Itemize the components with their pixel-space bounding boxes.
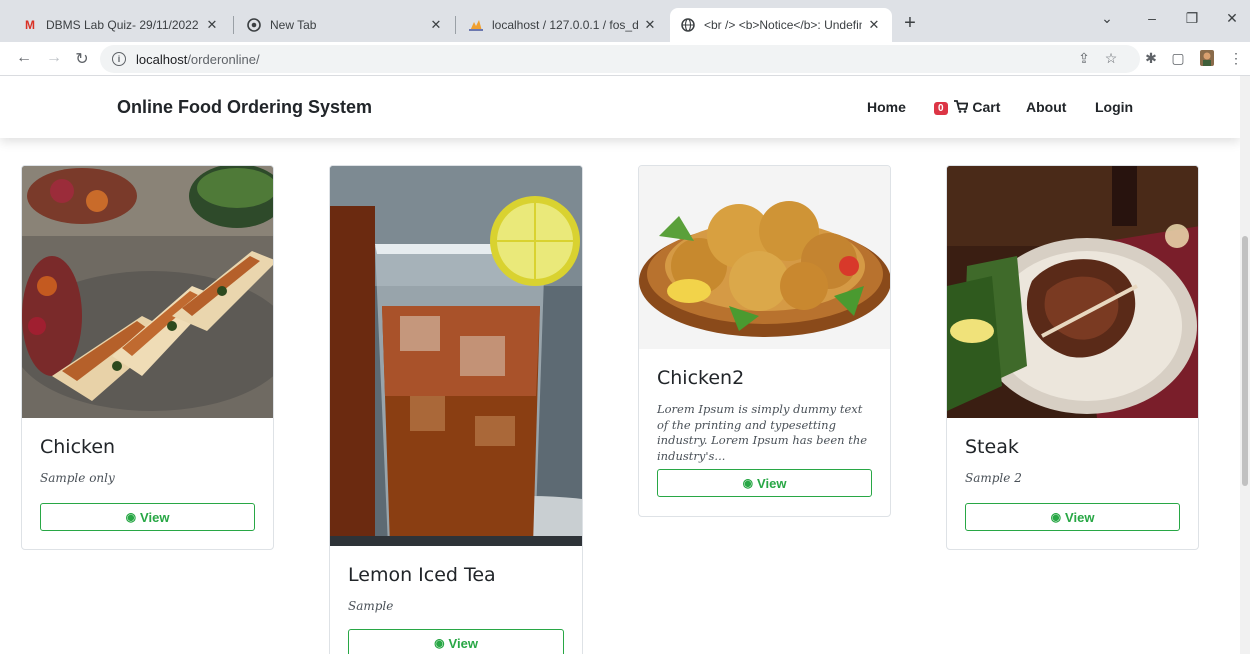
tab-title: DBMS Lab Quiz- 29/11/2022 at 1: [46, 18, 200, 32]
eye-icon: ◉: [1050, 510, 1062, 524]
forward-icon[interactable]: →: [44, 49, 64, 67]
gmail-icon: M: [25, 18, 35, 32]
product-description: Sample only: [40, 471, 115, 485]
nav-cart-label: Cart: [972, 99, 1001, 115]
tab-title: <br /> <b>Notice</b>: Undefin: [704, 18, 862, 32]
view-button-label: View: [140, 509, 170, 525]
tab-gmail[interactable]: M DBMS Lab Quiz- 29/11/2022 at 1 ✕: [12, 8, 230, 42]
tab-title: New Tab: [270, 18, 317, 32]
site-info-icon[interactable]: i: [112, 52, 126, 66]
tab-divider: [455, 16, 456, 34]
tab-phpmyadmin[interactable]: localhost / 127.0.0.1 / fos_db | ph ✕: [458, 8, 668, 42]
phpmyadmin-icon: [468, 17, 484, 33]
cart-count-badge: 0: [934, 102, 948, 115]
product-card: Lemon Iced Tea Sample ◉ View: [329, 165, 583, 654]
nav-login-link[interactable]: Login: [1095, 99, 1133, 115]
page-scrollbar[interactable]: [1240, 76, 1250, 654]
close-icon[interactable]: ✕: [642, 17, 658, 33]
scrollbar-thumb[interactable]: [1242, 236, 1248, 486]
product-title[interactable]: Steak: [965, 436, 1019, 458]
tab-active-notice[interactable]: <br /> <b>Notice</b>: Undefin ✕: [670, 8, 892, 42]
profile-avatar-icon[interactable]: [1198, 50, 1216, 69]
product-description: Sample 2: [965, 471, 1022, 485]
eye-icon: ◉: [125, 510, 137, 524]
site-navbar: Online Food Ordering System Home 0 Cart …: [0, 76, 1240, 138]
product-image[interactable]: [947, 166, 1198, 418]
eye-icon: ◉: [742, 476, 754, 490]
menu-kebab-icon[interactable]: ⋮: [1227, 50, 1245, 67]
eye-icon: ◉: [434, 636, 445, 650]
close-icon[interactable]: ✕: [204, 17, 220, 33]
bookmark-star-icon[interactable]: ☆: [1102, 50, 1120, 67]
product-card: Steak Sample 2 ◉ View: [946, 165, 1199, 550]
view-button[interactable]: ◉ View: [40, 503, 255, 531]
product-card: Chicken2 Lorem Ipsum is simply dummy tex…: [638, 165, 891, 517]
tab-new-tab[interactable]: New Tab ✕: [236, 8, 454, 42]
side-panel-icon[interactable]: ▢: [1169, 50, 1187, 67]
address-bar[interactable]: i localhost/orderonline/: [100, 45, 1140, 73]
window-close-icon[interactable]: ✕: [1222, 10, 1242, 27]
view-button[interactable]: ◉ View: [657, 469, 872, 497]
product-image[interactable]: [22, 166, 273, 418]
site-brand[interactable]: Online Food Ordering System: [117, 97, 372, 118]
extensions-icon[interactable]: ✱: [1142, 50, 1160, 67]
view-button-label: View: [1065, 509, 1095, 525]
product-title[interactable]: Lemon Iced Tea: [348, 564, 496, 586]
view-button-label: View: [448, 635, 478, 651]
nav-cart-link[interactable]: 0 Cart: [934, 99, 1000, 115]
tab-divider: [233, 16, 234, 34]
nav-about-link[interactable]: About: [1026, 99, 1066, 115]
nav-home-link[interactable]: Home: [867, 99, 906, 115]
url-host: localhost: [136, 51, 188, 67]
reload-icon[interactable]: ↻: [72, 49, 92, 69]
browser-toolbar: ← → ↻ i localhost/orderonline/ ⇪ ☆ ✱ ▢ ⋮: [0, 42, 1250, 76]
close-icon[interactable]: ✕: [866, 17, 882, 33]
browser-tabstrip: M DBMS Lab Quiz- 29/11/2022 at 1 ✕ New T…: [0, 0, 1250, 42]
view-button[interactable]: ◉ View: [965, 503, 1180, 531]
minimize-icon[interactable]: –: [1142, 10, 1162, 26]
back-icon[interactable]: ←: [14, 49, 34, 67]
chrome-icon: [246, 17, 262, 33]
product-title[interactable]: Chicken2: [657, 367, 744, 389]
product-title[interactable]: Chicken: [40, 436, 115, 458]
product-card: Chicken Sample only ◉ View: [21, 165, 274, 550]
restore-icon[interactable]: ❐: [1182, 10, 1202, 27]
cart-icon: [951, 99, 973, 115]
share-icon[interactable]: ⇪: [1075, 50, 1093, 67]
page-viewport: Online Food Ordering System Home 0 Cart …: [0, 76, 1240, 654]
view-button[interactable]: ◉ View: [348, 629, 564, 654]
product-description: Lorem Ipsum is simply dummy text of the …: [657, 402, 868, 463]
globe-icon: [680, 17, 696, 33]
tab-title: localhost / 127.0.0.1 / fos_db | ph: [492, 18, 638, 32]
tab-search-icon[interactable]: ⌄: [1097, 10, 1117, 27]
view-button-label: View: [757, 475, 787, 491]
url-path: /orderonline/: [187, 51, 260, 67]
close-icon[interactable]: ✕: [428, 17, 444, 33]
product-image[interactable]: [330, 166, 582, 556]
new-tab-button[interactable]: +: [900, 12, 920, 35]
product-description: Sample: [348, 599, 394, 613]
product-image[interactable]: [639, 166, 890, 349]
